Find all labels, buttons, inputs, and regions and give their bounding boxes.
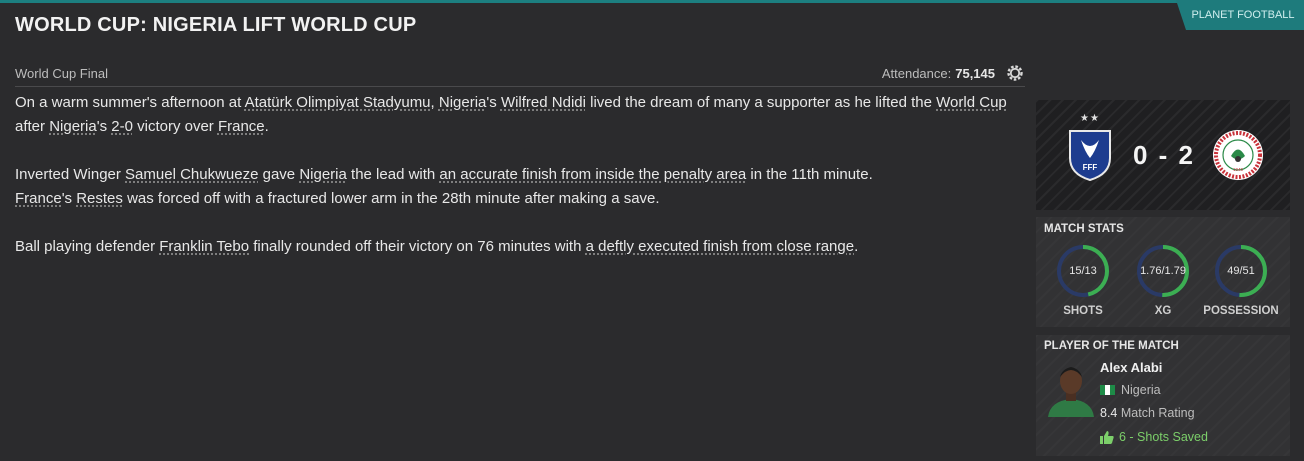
player-rating: 8.4 Match Rating: [1100, 406, 1195, 420]
badge-text: FFF: [1083, 163, 1098, 172]
france-badge-icon: FFF: [1069, 130, 1111, 182]
article-body: On a warm summer's afternoon at Atatürk …: [15, 91, 1025, 283]
award-label: 6 - Shots Saved: [1119, 430, 1208, 444]
possession-label: POSSESSION: [1203, 305, 1279, 317]
player-of-the-match-panel[interactable]: PLAYER OF THE MATCH Alex Alabi Nigeria 8…: [1036, 335, 1290, 456]
away-team[interactable]: 1945: [1212, 125, 1264, 185]
rating-value: 8.4: [1100, 406, 1118, 420]
player-nation-label: Nigeria: [1121, 383, 1161, 397]
scoreboard[interactable]: ★★ FFF 0 - 2 1945: [1036, 100, 1290, 210]
source-tab[interactable]: PLANET FOOTBALL: [1176, 0, 1304, 30]
team-link-nigeria-3[interactable]: Nigeria: [299, 166, 347, 183]
xg-label: XG: [1154, 305, 1172, 317]
player-link-tebo[interactable]: Franklin Tebo: [159, 238, 249, 255]
team-link-nigeria[interactable]: Nigeria: [439, 94, 487, 111]
goal-link-1[interactable]: an accurate finish from inside the penal…: [439, 166, 746, 183]
nigeria-badge-icon: 1945: [1213, 130, 1263, 180]
xg-gauge: 1.76/1.79: [1135, 243, 1191, 299]
team-link-france[interactable]: France: [218, 118, 265, 135]
possession-value: 49/51: [1227, 265, 1255, 277]
player-portrait: [1048, 367, 1094, 417]
shots-value: 15/13: [1069, 265, 1097, 277]
potm-title: PLAYER OF THE MATCH: [1044, 340, 1179, 352]
team-link-france-2[interactable]: France: [15, 190, 62, 207]
goal-link-2[interactable]: a deftly executed finish from close rang…: [586, 238, 854, 255]
top-accent-line: [0, 0, 1304, 3]
xg-value: 1.76/1.79: [1140, 265, 1186, 277]
competition-link[interactable]: World Cup: [936, 94, 1007, 111]
star-icon: ★★: [1080, 113, 1100, 124]
headline: WORLD CUP: NIGERIA LIFT WORLD CUP: [15, 14, 417, 36]
attendance-label: Attendance:: [881, 65, 952, 81]
team-link-nigeria-2[interactable]: Nigeria: [49, 118, 97, 135]
article-paragraph-2: Inverted Winger Samuel Chukwueze gave Ni…: [15, 166, 873, 207]
player-nation: Nigeria: [1100, 383, 1161, 397]
rating-label: Match Rating: [1120, 406, 1195, 420]
competition-label: World Cup Final: [15, 65, 108, 81]
gear-icon[interactable]: [1005, 63, 1025, 83]
player-link-chukwueze[interactable]: Samuel Chukwueze: [125, 166, 258, 183]
stadium-link[interactable]: Atatürk Olimpiyat Stadyumu: [245, 94, 431, 111]
article-paragraph-1: On a warm summer's afternoon at Atatürk …: [15, 94, 1007, 135]
match-stats-title: MATCH STATS: [1044, 223, 1124, 235]
match-stats-panel: MATCH STATS 15/13 SHOTS 1.76/1.79 XG 49/…: [1036, 217, 1290, 327]
player-award: 6 - Shots Saved: [1100, 430, 1208, 444]
match-score: 0 - 2: [1132, 139, 1196, 170]
shots-gauge: 15/13: [1055, 243, 1111, 299]
nigeria-flag-icon: [1100, 385, 1115, 395]
thumbs-up-icon: [1100, 430, 1114, 444]
home-team[interactable]: ★★ FFF: [1064, 113, 1116, 185]
attendance: Attendance: 75,145: [882, 63, 1025, 83]
player-link-restes[interactable]: Restes: [76, 190, 123, 207]
player-name[interactable]: Alex Alabi: [1100, 360, 1162, 375]
article-paragraph-3: Ball playing defender Franklin Tebo fina…: [15, 238, 859, 255]
badge-year: 1945: [1233, 167, 1244, 172]
subheader-bar: World Cup Final Attendance: 75,145: [15, 60, 1025, 87]
player-link-ndidi[interactable]: Wilfred Ndidi: [501, 94, 586, 111]
score-link[interactable]: 2-0: [111, 118, 133, 135]
attendance-value: 75,145: [955, 65, 995, 81]
shots-label: SHOTS: [1063, 305, 1103, 317]
possession-gauge: 49/51: [1213, 243, 1269, 299]
